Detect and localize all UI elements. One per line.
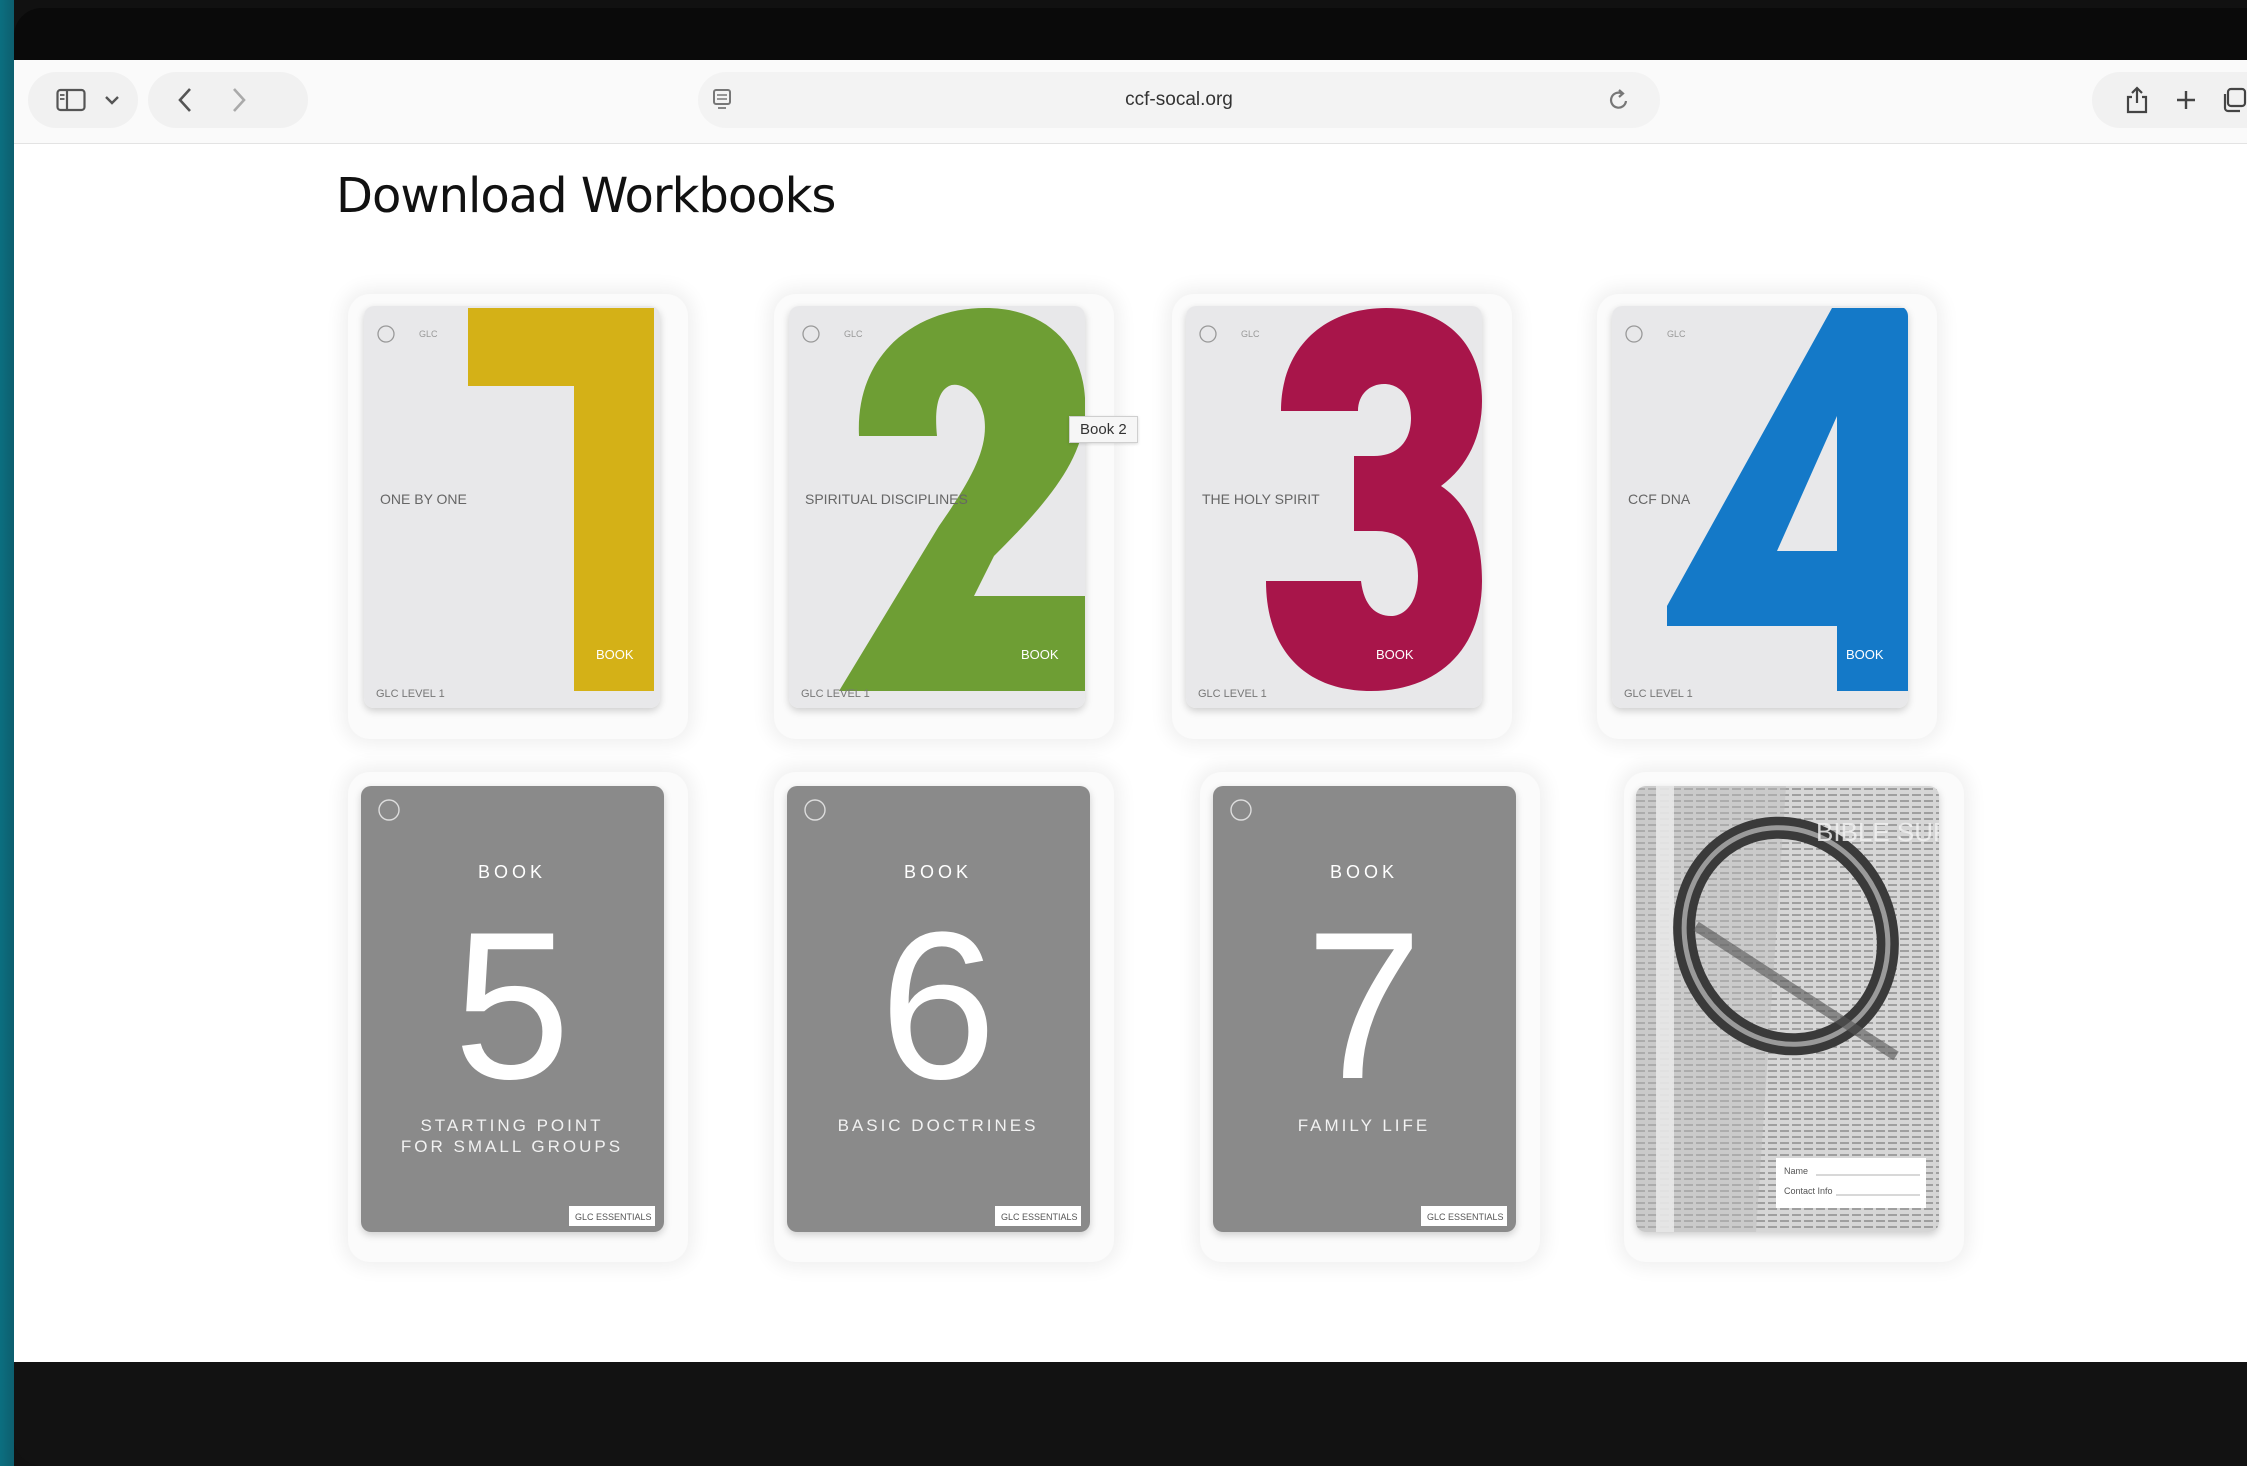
screen-frame: ccf-socal.org Download Workbooks GLC ONE…: [14, 8, 2247, 1466]
glc-logo-icon: GLC: [1241, 329, 1260, 339]
reload-icon[interactable]: [1608, 88, 1630, 112]
book-5-footer: GLC ESSENTIALS: [575, 1212, 652, 1222]
book-3-subtitle: THE HOLY SPIRIT: [1202, 491, 1320, 507]
book-6-heading: BOOK: [904, 862, 972, 882]
book-4-art: GLC CCF DNA BOOK GLC LEVEL 1: [1612, 306, 1908, 708]
form-line-name: Name: [1784, 1166, 1808, 1176]
book-4-footer: GLC LEVEL 1: [1624, 688, 1693, 700]
book-7-art: BOOK 7 FAMILY LIFE GLC ESSENTIALS: [1213, 786, 1516, 1232]
glc-logo-icon: GLC: [844, 329, 863, 339]
book-3-tag: BOOK: [1376, 647, 1414, 662]
book-7-subtitle-line-1: FAMILY LIFE: [1298, 1116, 1431, 1135]
share-icon[interactable]: [2124, 85, 2150, 115]
book-1-tag: BOOK: [596, 647, 634, 662]
web-page: Download Workbooks GLC ONE BY ONE BOOK G…: [14, 144, 2247, 1362]
book-5-art: BOOK 5 STARTING POINT FOR SMALL GROUPS G…: [361, 786, 664, 1232]
hover-tooltip: Book 2: [1069, 416, 1138, 443]
book-5-number: 5: [454, 888, 571, 1123]
workbook-cover-6[interactable]: BOOK 6 BASIC DOCTRINES GLC ESSENTIALS: [787, 786, 1090, 1232]
menu-bar: [14, 8, 2247, 60]
url-text: ccf-socal.org: [1125, 89, 1233, 110]
workbook-cover-1[interactable]: GLC ONE BY ONE BOOK GLC LEVEL 1: [364, 306, 660, 708]
back-icon[interactable]: [176, 86, 194, 114]
workbook-cover-4[interactable]: GLC CCF DNA BOOK GLC LEVEL 1: [1612, 306, 1908, 708]
new-tab-icon[interactable]: [2174, 88, 2198, 112]
book-7-heading: BOOK: [1330, 862, 1398, 882]
form-line-contact: Contact Info: [1784, 1186, 1833, 1196]
workbook-cover-3[interactable]: GLC THE HOLY SPIRIT BOOK GLC LEVEL 1: [1186, 306, 1482, 708]
workbook-cover-7[interactable]: BOOK 7 FAMILY LIFE GLC ESSENTIALS: [1213, 786, 1516, 1232]
forward-icon[interactable]: [230, 86, 248, 114]
tab-overview-icon[interactable]: [2220, 86, 2247, 114]
book-5-heading: BOOK: [478, 862, 546, 882]
book-2-tag: BOOK: [1021, 647, 1059, 662]
chevron-down-icon[interactable]: [104, 94, 120, 106]
book-5-subtitle-line-1: STARTING POINT: [420, 1116, 603, 1135]
book-6-subtitle-line-1: BASIC DOCTRINES: [838, 1116, 1039, 1135]
book-2-subtitle: SPIRITUAL DISCIPLINES: [805, 491, 968, 507]
nav-group: [148, 72, 308, 128]
book-7-footer: GLC ESSENTIALS: [1427, 1212, 1504, 1222]
book-1-footer: GLC LEVEL 1: [376, 688, 445, 700]
actions-group: [2092, 72, 2247, 128]
book-4-subtitle: CCF DNA: [1628, 491, 1691, 507]
glc-logo-icon: GLC: [1667, 329, 1686, 339]
glc-logo-icon: GLC: [419, 329, 438, 339]
book-6-art: BOOK 6 BASIC DOCTRINES GLC ESSENTIALS: [787, 786, 1090, 1232]
workbook-cover-8[interactable]: BIBLE SURVEY Name Contact Info: [1636, 786, 1939, 1232]
workbook-cover-5[interactable]: BOOK 5 STARTING POINT FOR SMALL GROUPS G…: [361, 786, 664, 1232]
dock-area: [14, 1362, 2247, 1466]
workbook-cover-2[interactable]: GLC SPIRITUAL DISCIPLINES BOOK GLC LEVEL…: [789, 306, 1085, 708]
book-4-tag: BOOK: [1846, 647, 1884, 662]
book-1-subtitle: ONE BY ONE: [380, 491, 467, 507]
book-6-footer: GLC ESSENTIALS: [1001, 1212, 1078, 1222]
page-title: Download Workbooks: [336, 168, 836, 224]
book-5-subtitle-line-2: FOR SMALL GROUPS: [401, 1137, 623, 1156]
bible-survey-art: BIBLE SURVEY Name Contact Info: [1636, 786, 1939, 1232]
book-2-art: GLC SPIRITUAL DISCIPLINES BOOK GLC LEVEL…: [789, 306, 1085, 708]
browser-toolbar: ccf-socal.org: [14, 60, 2247, 144]
bible-survey-title: BIBLE SURVEY: [1816, 817, 1939, 847]
sidebar-icon[interactable]: [56, 88, 86, 112]
book-3-footer: GLC LEVEL 1: [1198, 688, 1267, 700]
book-1-art: GLC ONE BY ONE BOOK GLC LEVEL 1: [364, 306, 660, 708]
book-6-number: 6: [880, 888, 997, 1123]
sidebar-toggle-group: [28, 72, 138, 128]
book-2-footer: GLC LEVEL 1: [801, 688, 870, 700]
book-7-number: 7: [1306, 888, 1423, 1123]
address-bar[interactable]: ccf-socal.org: [698, 72, 1660, 128]
book-3-art: GLC THE HOLY SPIRIT BOOK GLC LEVEL 1: [1186, 306, 1482, 708]
